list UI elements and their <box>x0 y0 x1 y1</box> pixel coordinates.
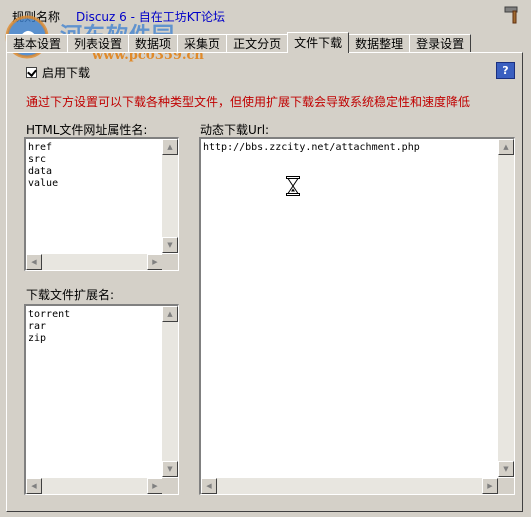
scroll-left-icon[interactable]: ◀ <box>26 254 42 270</box>
html-attr-line: href <box>28 142 53 153</box>
html-attr-line: value <box>28 178 59 189</box>
enable-download-checkbox[interactable]: 启用下载 <box>26 64 90 81</box>
scroll-down-icon[interactable]: ▼ <box>498 461 514 477</box>
file-ext-line: rar <box>28 321 47 332</box>
scroll-down-icon[interactable]: ▼ <box>162 461 178 477</box>
scroll-left-icon[interactable]: ◀ <box>201 478 217 494</box>
scroll-corner <box>498 478 514 494</box>
tab-basic-settings[interactable]: 基本设置 <box>6 34 69 53</box>
scroll-right-icon[interactable]: ▶ <box>147 254 163 270</box>
scroll-corner <box>162 478 178 494</box>
dynamic-url-textarea[interactable]: http://bbs.zzcity.net/attachment.php ▲ ▼… <box>199 137 515 495</box>
tab-login-settings[interactable]: 登录设置 <box>409 34 472 53</box>
checkbox-check-icon[interactable] <box>26 67 37 78</box>
file-ext-line: zip <box>28 333 47 344</box>
tab-file-download[interactable]: 文件下载 <box>287 32 350 53</box>
tab-collect-page[interactable]: 采集页 <box>177 34 228 53</box>
hourglass-cursor-icon <box>286 176 300 196</box>
tab-body-paging[interactable]: 正文分页 <box>226 34 289 53</box>
horizontal-scrollbar[interactable]: ◀ ▶ <box>26 478 163 494</box>
dynamic-url-line: http://bbs.zzcity.net/attachment.php <box>203 142 420 153</box>
horizontal-scrollbar[interactable]: ◀ ▶ <box>201 478 498 494</box>
notice-text: 通过下方设置可以下载各种类型文件，但使用扩展下载会导致系统稳定性和速度降低 <box>26 95 471 109</box>
tab-data-items[interactable]: 数据项 <box>128 34 179 53</box>
html-attr-line: src <box>28 154 47 165</box>
tab-data-cleanup[interactable]: 数据整理 <box>348 34 411 53</box>
file-ext-line: torrent <box>28 309 71 320</box>
horizontal-scrollbar[interactable]: ◀ ▶ <box>26 254 163 270</box>
scroll-up-icon[interactable]: ▲ <box>162 306 178 322</box>
tab-list-settings[interactable]: 列表设置 <box>67 34 130 53</box>
file-ext-label: 下载文件扩展名: <box>26 288 115 302</box>
vertical-scrollbar[interactable]: ▲ ▼ <box>162 306 178 477</box>
file-ext-textarea[interactable]: torrent rar zip ▲ ▼ ◀ ▶ <box>24 304 179 495</box>
scroll-left-icon[interactable]: ◀ <box>26 478 42 494</box>
tab-bar: 基本设置 列表设置 数据项 采集页 正文分页 文件下载 数据整理 登录设置 <box>6 32 472 53</box>
scroll-down-icon[interactable]: ▼ <box>162 237 178 253</box>
scroll-right-icon[interactable]: ▶ <box>147 478 163 494</box>
vertical-scrollbar[interactable]: ▲ ▼ <box>498 139 514 477</box>
scroll-corner <box>162 254 178 270</box>
scroll-right-icon[interactable]: ▶ <box>482 478 498 494</box>
html-attr-textarea[interactable]: href src data value ▲ ▼ ◀ ▶ <box>24 137 179 271</box>
scroll-up-icon[interactable]: ▲ <box>162 139 178 155</box>
vertical-scrollbar[interactable]: ▲ ▼ <box>162 139 178 253</box>
help-icon[interactable]: ? <box>496 62 515 79</box>
enable-download-label: 启用下载 <box>42 66 91 80</box>
html-attr-line: data <box>28 166 53 177</box>
html-attr-label: HTML文件网址属性名: <box>26 123 148 137</box>
dynamic-url-label: 动态下载Url: <box>200 123 270 137</box>
hammer-icon[interactable] <box>502 4 524 24</box>
scroll-up-icon[interactable]: ▲ <box>498 139 514 155</box>
